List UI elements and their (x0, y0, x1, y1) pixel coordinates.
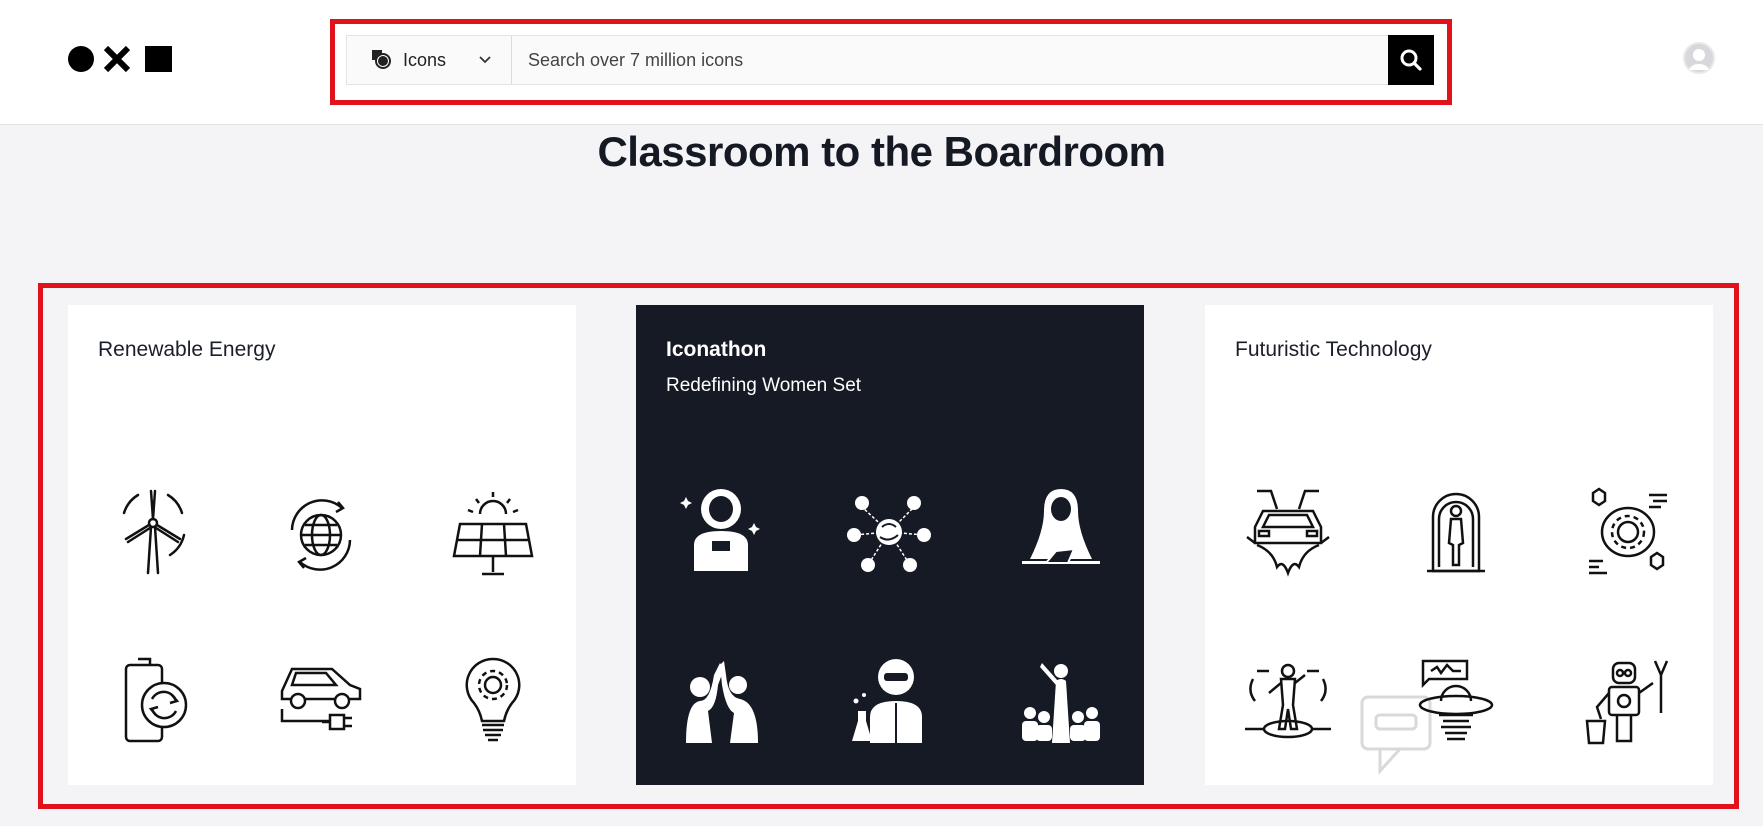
page-title: Classroom to the Boardroom (597, 128, 1166, 175)
flying-car-icon (1246, 489, 1330, 577)
electric-car-icon (280, 667, 362, 731)
card-subtitle: Redefining Women Set (666, 375, 862, 396)
chevron-down-icon (479, 56, 491, 64)
woman-leader-icon (1022, 663, 1100, 743)
solar-panel-icon (452, 492, 534, 576)
women-network-icon (847, 496, 931, 572)
search-input[interactable] (512, 36, 1380, 84)
globe-recycle-icon (290, 499, 352, 571)
card-title: Iconathon (666, 338, 767, 361)
card-title: Futuristic Technology (1235, 338, 1432, 361)
collection-card-renewable-energy[interactable]: Renewable Energy (68, 305, 576, 785)
search-icon (1400, 49, 1422, 71)
woman-astronaut-icon (680, 489, 760, 571)
search-type-dropdown[interactable]: Icons (347, 36, 512, 84)
woman-hijab-icon (1022, 489, 1100, 564)
stasis-pod-icon (1427, 492, 1485, 573)
vr-person-icon (1245, 663, 1331, 739)
woman-scientist-icon (852, 659, 922, 743)
lightbulb-gear-icon (465, 657, 521, 742)
avatar[interactable] (1683, 42, 1715, 74)
user-avatar-icon (1689, 49, 1709, 70)
circle-x-square-logo[interactable] (66, 44, 174, 74)
search-button[interactable] (1388, 35, 1434, 85)
card-title: Renewable Energy (98, 338, 276, 361)
battery-recycle-icon (124, 657, 188, 743)
watermark-logo (1360, 695, 1432, 775)
collection-card-iconathon[interactable]: Iconathon Redefining Women Set (636, 305, 1144, 785)
icons-category-icon (372, 50, 391, 69)
women-high-five-icon (686, 661, 758, 743)
search-type-label: Icons (403, 50, 447, 70)
wind-turbine-icon (122, 489, 186, 575)
search-bar: Icons (346, 35, 1434, 85)
ai-brain-gear-icon (1589, 487, 1667, 575)
